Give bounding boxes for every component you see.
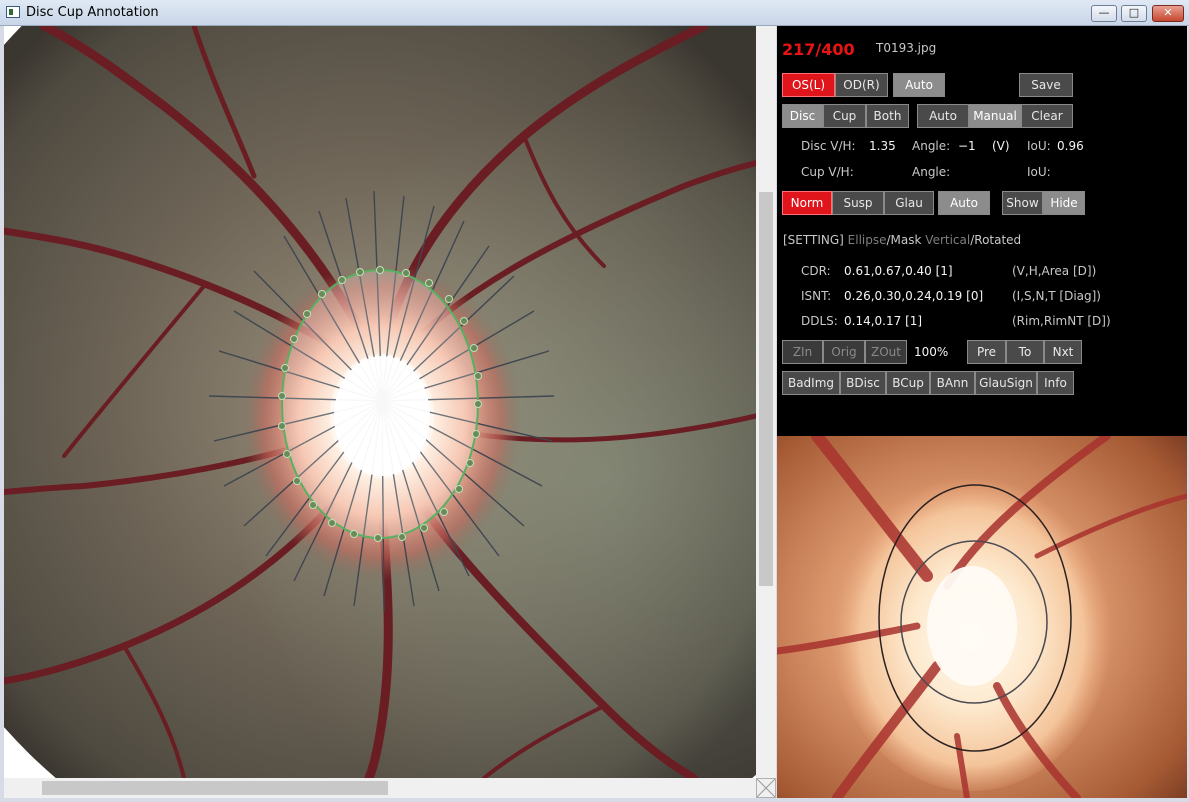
disc-preview-image	[777, 436, 1187, 798]
zoom-in-button[interactable]: ZIn	[782, 340, 823, 364]
image-filename: T0193.jpg	[876, 41, 937, 55]
scroll-corner	[756, 778, 776, 798]
disc-vh-label: Disc V/H:	[801, 139, 856, 153]
susp-button[interactable]: Susp	[832, 191, 884, 215]
isnt-description: (I,S,N,T [Diag])	[1012, 289, 1101, 303]
zoom-out-button[interactable]: ZOut	[865, 340, 907, 364]
control-panel: 217/400 T0193.jpg OS(L) OD(R) Auto Save …	[777, 26, 1187, 436]
setting-ellipse[interactable]: Ellipse	[848, 233, 887, 247]
isnt-value: 0.26,0.30,0.24,0.19 [0]	[844, 289, 984, 303]
window-title: Disc Cup Annotation	[26, 5, 159, 20]
next-button[interactable]: Nxt	[1044, 340, 1082, 364]
cdr-description: (V,H,Area [D])	[1012, 264, 1097, 278]
save-button[interactable]: Save	[1019, 73, 1073, 97]
hide-button[interactable]: Hide	[1043, 191, 1085, 215]
setting-label: [SETTING]	[783, 233, 844, 247]
cup-button[interactable]: Cup	[823, 104, 866, 128]
manual-button[interactable]: Manual	[969, 104, 1021, 128]
cup-vh-label: Cup V/H:	[801, 165, 854, 179]
disc-angle-label: Angle:	[912, 139, 951, 153]
setting-vertical[interactable]: Vertical	[925, 233, 970, 247]
setting-mask[interactable]: Mask	[891, 233, 922, 247]
bad-disc-button[interactable]: BDisc	[840, 371, 886, 395]
glaucoma-sign-button[interactable]: GlauSign	[975, 371, 1037, 395]
fundus-image-view[interactable]	[4, 26, 756, 778]
disc-angle-value: −1	[958, 139, 976, 153]
close-button[interactable]: ✕	[1152, 5, 1184, 22]
vertical-scroll-thumb[interactable]	[759, 192, 773, 586]
cup-angle-label: Angle:	[912, 165, 951, 179]
fundus-image[interactable]	[4, 26, 756, 778]
info-button[interactable]: Info	[1037, 371, 1074, 395]
bad-image-button[interactable]: BadImg	[782, 371, 840, 395]
vertical-scrollbar[interactable]	[756, 26, 776, 778]
horizontal-scrollbar[interactable]	[4, 778, 756, 798]
setting-rotated[interactable]: Rotated	[974, 233, 1021, 247]
disc-iou-label: IoU:	[1027, 139, 1051, 153]
ddls-description: (Rim,RimNT [D])	[1012, 314, 1111, 328]
contour-auto-button[interactable]: Auto	[917, 104, 969, 128]
bad-cup-button[interactable]: BCup	[886, 371, 930, 395]
maximize-button[interactable]: □	[1121, 5, 1147, 22]
resize-grip-icon	[756, 778, 776, 798]
both-button[interactable]: Both	[866, 104, 909, 128]
diagnosis-auto-button[interactable]: Auto	[938, 191, 990, 215]
od-right-button[interactable]: OD(R)	[835, 73, 888, 97]
disc-preview-view	[777, 436, 1187, 798]
minimize-button[interactable]: —	[1091, 5, 1117, 22]
bad-annotation-button[interactable]: BAnn	[930, 371, 975, 395]
goto-button[interactable]: To	[1006, 340, 1044, 364]
app-icon	[6, 6, 20, 18]
disc-button[interactable]: Disc	[782, 104, 823, 128]
image-counter: 217/400	[782, 40, 855, 59]
ddls-value: 0.14,0.17 [1]	[844, 314, 923, 328]
zoom-original-button[interactable]: Orig	[823, 340, 865, 364]
cup-iou-label: IoU:	[1027, 165, 1051, 179]
cdr-label: CDR:	[801, 264, 831, 278]
setting-row: [SETTING] Ellipse/Mask Vertical/Rotated	[783, 233, 1021, 247]
isnt-label: ISNT:	[801, 289, 832, 303]
disc-iou-value: 0.96	[1057, 139, 1084, 153]
ddls-label: DDLS:	[801, 314, 838, 328]
norm-button[interactable]: Norm	[782, 191, 832, 215]
clear-button[interactable]: Clear	[1021, 104, 1073, 128]
horizontal-scroll-thumb[interactable]	[42, 781, 388, 795]
show-button[interactable]: Show	[1002, 191, 1043, 215]
cdr-value: 0.61,0.67,0.40 [1]	[844, 264, 953, 278]
eye-auto-button[interactable]: Auto	[893, 73, 945, 97]
os-left-button[interactable]: OS(L)	[782, 73, 835, 97]
title-bar: Disc Cup Annotation — □ ✕	[0, 0, 1189, 26]
glau-button[interactable]: Glau	[884, 191, 934, 215]
disc-vh-value: 1.35	[869, 139, 896, 153]
zoom-level: 100%	[914, 345, 949, 359]
disc-orientation: (V)	[992, 139, 1010, 153]
previous-button[interactable]: Pre	[967, 340, 1006, 364]
